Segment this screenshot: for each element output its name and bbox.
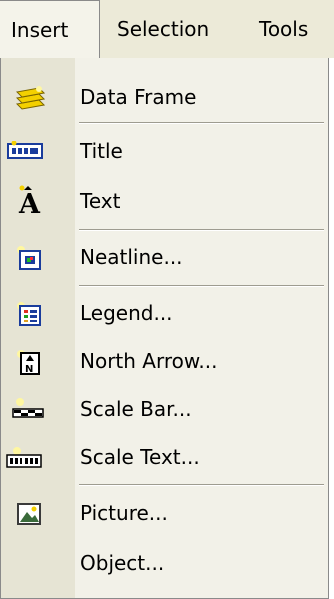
menu-tools[interactable]: Tools [259, 0, 308, 58]
menu-item-label: Scale Text... [80, 445, 200, 469]
scale-bar-icon [11, 397, 44, 421]
menu-item-label: Text [80, 189, 121, 213]
menu-item-title[interactable]: Title [1, 128, 328, 174]
menu-item-label: North Arrow... [80, 349, 218, 373]
legend-icon [15, 301, 41, 326]
menu-separator [79, 285, 324, 287]
menu-item-label: Legend... [80, 301, 173, 325]
svg-text:N: N [25, 364, 33, 375]
data-frame-icon [15, 85, 45, 110]
text-icon: A [15, 184, 41, 216]
menu-separator [79, 229, 324, 231]
neatline-icon [15, 245, 41, 270]
menu-item-scale-text[interactable]: Scale Text... [1, 434, 328, 480]
menu-separator [79, 122, 324, 124]
menu-item-label: Neatline... [80, 245, 183, 269]
title-icon [7, 141, 43, 165]
menu-item-label: Picture... [80, 501, 168, 525]
menu-item-data-frame[interactable]: Data Frame [1, 74, 328, 120]
menu-item-legend[interactable]: Legend... [1, 290, 328, 336]
insert-dropdown-menu: Data Frame Title A Text Neatline... Lege… [0, 58, 329, 599]
north-arrow-icon: N [15, 349, 41, 375]
menu-item-north-arrow[interactable]: N North Arrow... [1, 338, 328, 384]
menu-item-scale-bar[interactable]: Scale Bar... [1, 386, 328, 432]
menu-item-object[interactable]: Object... [1, 540, 328, 586]
menu-item-label: Scale Bar... [80, 397, 192, 421]
picture-icon [15, 501, 41, 525]
menu-item-label: Object... [80, 551, 165, 575]
menu-item-picture[interactable]: Picture... [1, 490, 328, 536]
menu-item-neatline[interactable]: Neatline... [1, 234, 328, 280]
scale-text-icon [5, 445, 42, 469]
menu-item-label: Data Frame [80, 85, 197, 109]
menu-separator [79, 484, 324, 486]
menu-bar: Insert Selection Tools [0, 0, 334, 58]
menu-selection[interactable]: Selection [117, 0, 209, 58]
menu-item-text[interactable]: A Text [1, 178, 328, 224]
menu-item-label: Title [80, 139, 123, 163]
menu-insert[interactable]: Insert [0, 0, 100, 58]
svg-text:A: A [18, 189, 41, 216]
